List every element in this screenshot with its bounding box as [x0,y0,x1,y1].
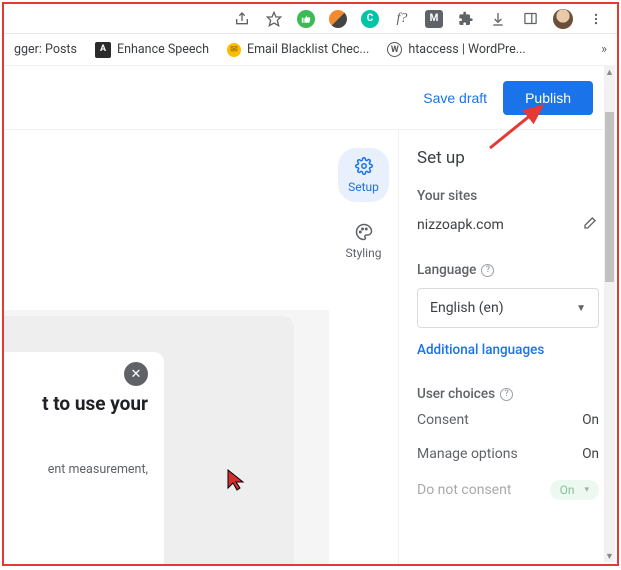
wordpress-icon: W [387,42,402,57]
sites-label: Your sites [417,188,599,204]
row-label: Do not consent [417,482,511,498]
publish-button[interactable]: Publish [503,81,593,115]
scroll-down-icon[interactable]: ▼ [604,550,615,562]
language-select[interactable]: English (en) ▼ [417,288,599,328]
bookmarks-bar: gger: Posts A Enhance Speech ✉ Email Black… [4,34,617,66]
download-icon[interactable] [489,10,507,28]
bookmark-label: Email Blacklist Chec... [247,42,369,57]
row-value: On [582,446,599,462]
action-bar: Save draft Publish [4,66,617,130]
label-text: Language [417,262,476,278]
consent-body: ent measurement, [4,461,148,479]
select-value: English (en) [430,300,504,316]
preview-area: t to use your ent measurement, ✕ [4,130,329,564]
help-icon[interactable]: ? [481,264,494,277]
ext-m-icon[interactable]: M [425,10,443,28]
ext-icon-2[interactable]: C [361,10,379,28]
ext-icon-1[interactable] [329,10,347,28]
bookmark-label: gger: Posts [14,42,77,57]
help-icon[interactable]: ? [500,388,513,401]
sidepanel-icon[interactable] [521,10,539,28]
edit-site-button[interactable] [581,216,599,234]
additional-languages-link[interactable]: Additional languages [417,342,544,358]
save-draft-button[interactable]: Save draft [423,90,487,106]
extensions-icon[interactable] [457,10,475,28]
manage-options-row: Manage options On [417,446,599,462]
tab-label: Styling [346,246,382,260]
palette-icon [354,222,374,242]
chevron-down-icon: ▼ [576,303,586,314]
kebab-menu-icon[interactable] [587,10,605,28]
row-label: Manage options [417,446,518,462]
site-row: nizzoapk.com [417,214,599,236]
thumbs-up-icon[interactable] [297,10,315,28]
bookmark-email-blacklist[interactable]: ✉ Email Blacklist Chec... [227,42,369,57]
tab-setup[interactable]: Setup [338,148,389,202]
settings-panel: Set up Your sites nizzoapk.com Language … [399,130,617,564]
star-icon[interactable] [265,10,283,28]
profile-avatar[interactable] [553,9,573,29]
on-pill[interactable]: On [550,480,599,500]
side-tabs: Setup Styling [329,130,399,564]
row-label: Consent [417,412,469,428]
scroll-up-icon[interactable]: ▲ [604,66,615,78]
bookmarks-overflow-icon[interactable]: » [601,42,607,57]
bookmark-htaccess[interactable]: Whtaccess | WordPre... [387,42,525,57]
adobe-icon: A [95,42,111,58]
consent-preview-card: t to use your ent measurement, ✕ [4,316,294,564]
close-preview-button[interactable]: ✕ [124,362,148,386]
row-value: On [582,412,599,428]
ext-f-icon[interactable]: f? [393,10,411,28]
browser-toolbar: C f? M [4,4,617,34]
share-icon[interactable] [233,10,251,28]
consent-headline: t to use your [4,392,148,417]
bookmark-label: htaccess | WordPre... [408,42,525,57]
scroll-thumb[interactable] [605,112,614,282]
label-text: User choices [417,386,495,402]
consent-row: Consent On [417,412,599,428]
do-not-consent-row: Do not consent On [417,480,599,500]
panel-title: Set up [417,148,599,168]
site-url: nizzoapk.com [417,217,504,233]
user-choices-label: User choices ? [417,386,599,402]
bookmark-enhance-speech[interactable]: A Enhance Speech [95,42,209,58]
bookmark-posts[interactable]: gger: Posts [14,42,77,57]
bookmark-label: Enhance Speech [117,42,209,57]
mail-icon: ✉ [227,43,241,57]
tab-styling[interactable]: Styling [336,214,392,268]
gear-icon [354,156,374,176]
tab-label: Setup [348,180,379,194]
vertical-scrollbar[interactable]: ▲ ▼ [604,66,615,562]
language-label: Language ? [417,262,599,278]
